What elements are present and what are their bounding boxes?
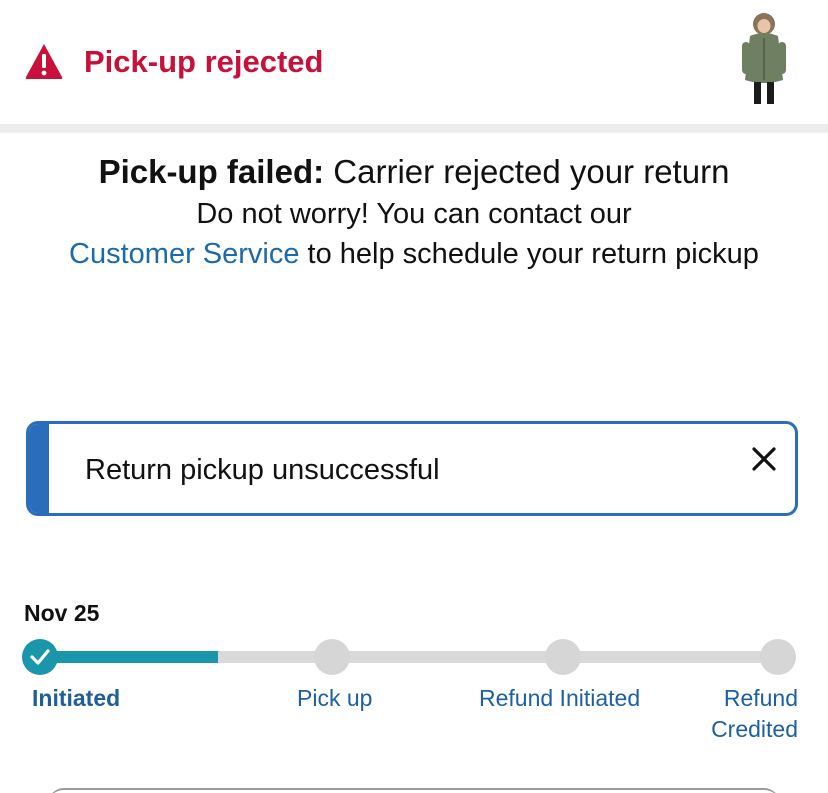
step-node-initiated [22,639,58,675]
step-label-refund-initiated: Refund Initiated [479,685,641,711]
return-status-page: Pick-up rejected Pick-up failed: Carrier… [0,0,828,793]
step-node-pick-up [314,639,350,675]
help-text-line1: Do not worry! You can contact our [196,198,632,230]
progress-fill [40,651,218,663]
section-divider [0,124,828,133]
checkmark-icon [30,649,50,665]
step-node-refund-credited [760,639,796,675]
headline-bold: Pick-up failed: [98,153,325,190]
close-icon[interactable] [749,444,779,474]
status-title: Pick-up rejected [84,44,324,79]
next-card-edge [48,788,780,793]
help-text-line2: to help schedule your return pickup [299,238,759,270]
failure-message: Pick-up failed: Carrier rejected your re… [60,150,768,274]
failure-headline: Pick-up failed: Carrier rejected your re… [60,150,768,194]
status-header: Pick-up rejected [0,0,828,124]
warning-icon [25,44,63,79]
step-label-initiated: Initiated [32,685,121,711]
step-label-pick-up: Pick up [297,685,373,711]
step-node-refund-initiated [545,639,581,675]
product-thumbnail[interactable] [738,12,790,108]
alert-accent-bar [29,424,49,513]
alert-message: Return pickup unsuccessful [85,454,440,486]
initiated-date: Nov 25 [24,600,100,626]
step-label-refund-credited: Refund Credited [711,685,798,742]
customer-service-link[interactable]: Customer Service [69,238,299,270]
help-text: Do not worry! You can contact our Custome… [60,194,768,274]
info-alert: Return pickup unsuccessful [26,421,798,516]
headline-rest: Carrier rejected your return [324,153,730,190]
